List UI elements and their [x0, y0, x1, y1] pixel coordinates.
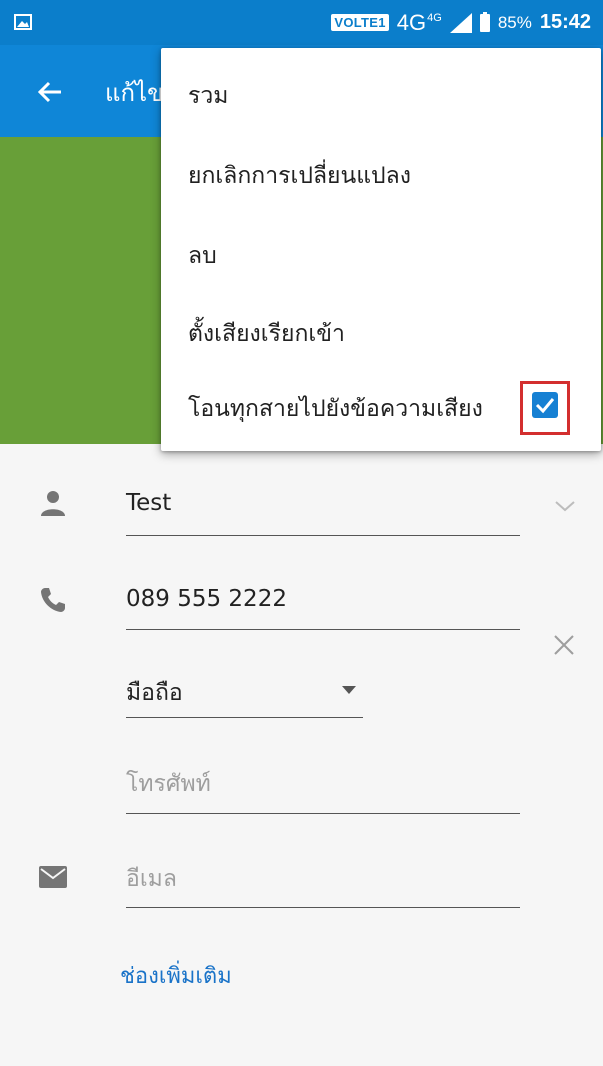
- menu-item-set-ringtone[interactable]: ตั้งเสียงเรียกเข้า: [188, 316, 345, 352]
- image-icon: [14, 14, 32, 30]
- volte-badge: VOLTE1: [331, 14, 389, 31]
- phone-type-select[interactable]: มือถือ: [126, 675, 183, 711]
- email-icon: [39, 866, 67, 888]
- clock: 15:42: [539, 11, 591, 33]
- menu-item-merge[interactable]: รวม: [188, 78, 228, 114]
- back-arrow-icon[interactable]: [36, 78, 64, 106]
- battery-icon: [479, 11, 490, 32]
- phone-input-empty[interactable]: โทรศัพท์: [126, 766, 211, 802]
- name-field[interactable]: Test: [126, 490, 171, 516]
- network-type: 4G 4G: [396, 9, 442, 35]
- email-field[interactable]: อีเมล: [126, 861, 177, 897]
- status-bar: VOLTE1 4G 4G 85% 15:42: [0, 0, 603, 45]
- menu-item-discard-changes[interactable]: ยกเลิกการเปลี่ยนแปลง: [188, 158, 411, 194]
- phone-field[interactable]: 089 555 2222: [126, 586, 287, 612]
- dropdown-arrow-icon[interactable]: [342, 686, 356, 694]
- menu-item-route-to-voicemail[interactable]: โอนทุกสายไปยังข้อความเสียง: [188, 391, 483, 427]
- phone-icon: [41, 588, 65, 612]
- chevron-down-icon[interactable]: [552, 496, 578, 516]
- phone-field-underline: [126, 629, 520, 630]
- person-icon: [41, 491, 65, 516]
- signal-icon: [449, 12, 472, 33]
- menu-item-delete[interactable]: ลบ: [188, 238, 217, 274]
- email-field-underline: [126, 907, 520, 908]
- page-title: แก้ไข: [105, 79, 164, 107]
- more-fields-link[interactable]: ช่องเพิ่มเติม: [120, 958, 232, 993]
- phone-input-underline: [126, 813, 520, 814]
- overflow-menu: รวม ยกเลิกการเปลี่ยนแปลง ลบ ตั้งเสียงเรี…: [161, 48, 601, 451]
- highlight-box: [520, 381, 570, 435]
- name-field-underline: [126, 535, 520, 536]
- phone-type-underline: [126, 717, 363, 718]
- battery-percent: 85%: [497, 12, 532, 32]
- close-icon[interactable]: [553, 634, 575, 656]
